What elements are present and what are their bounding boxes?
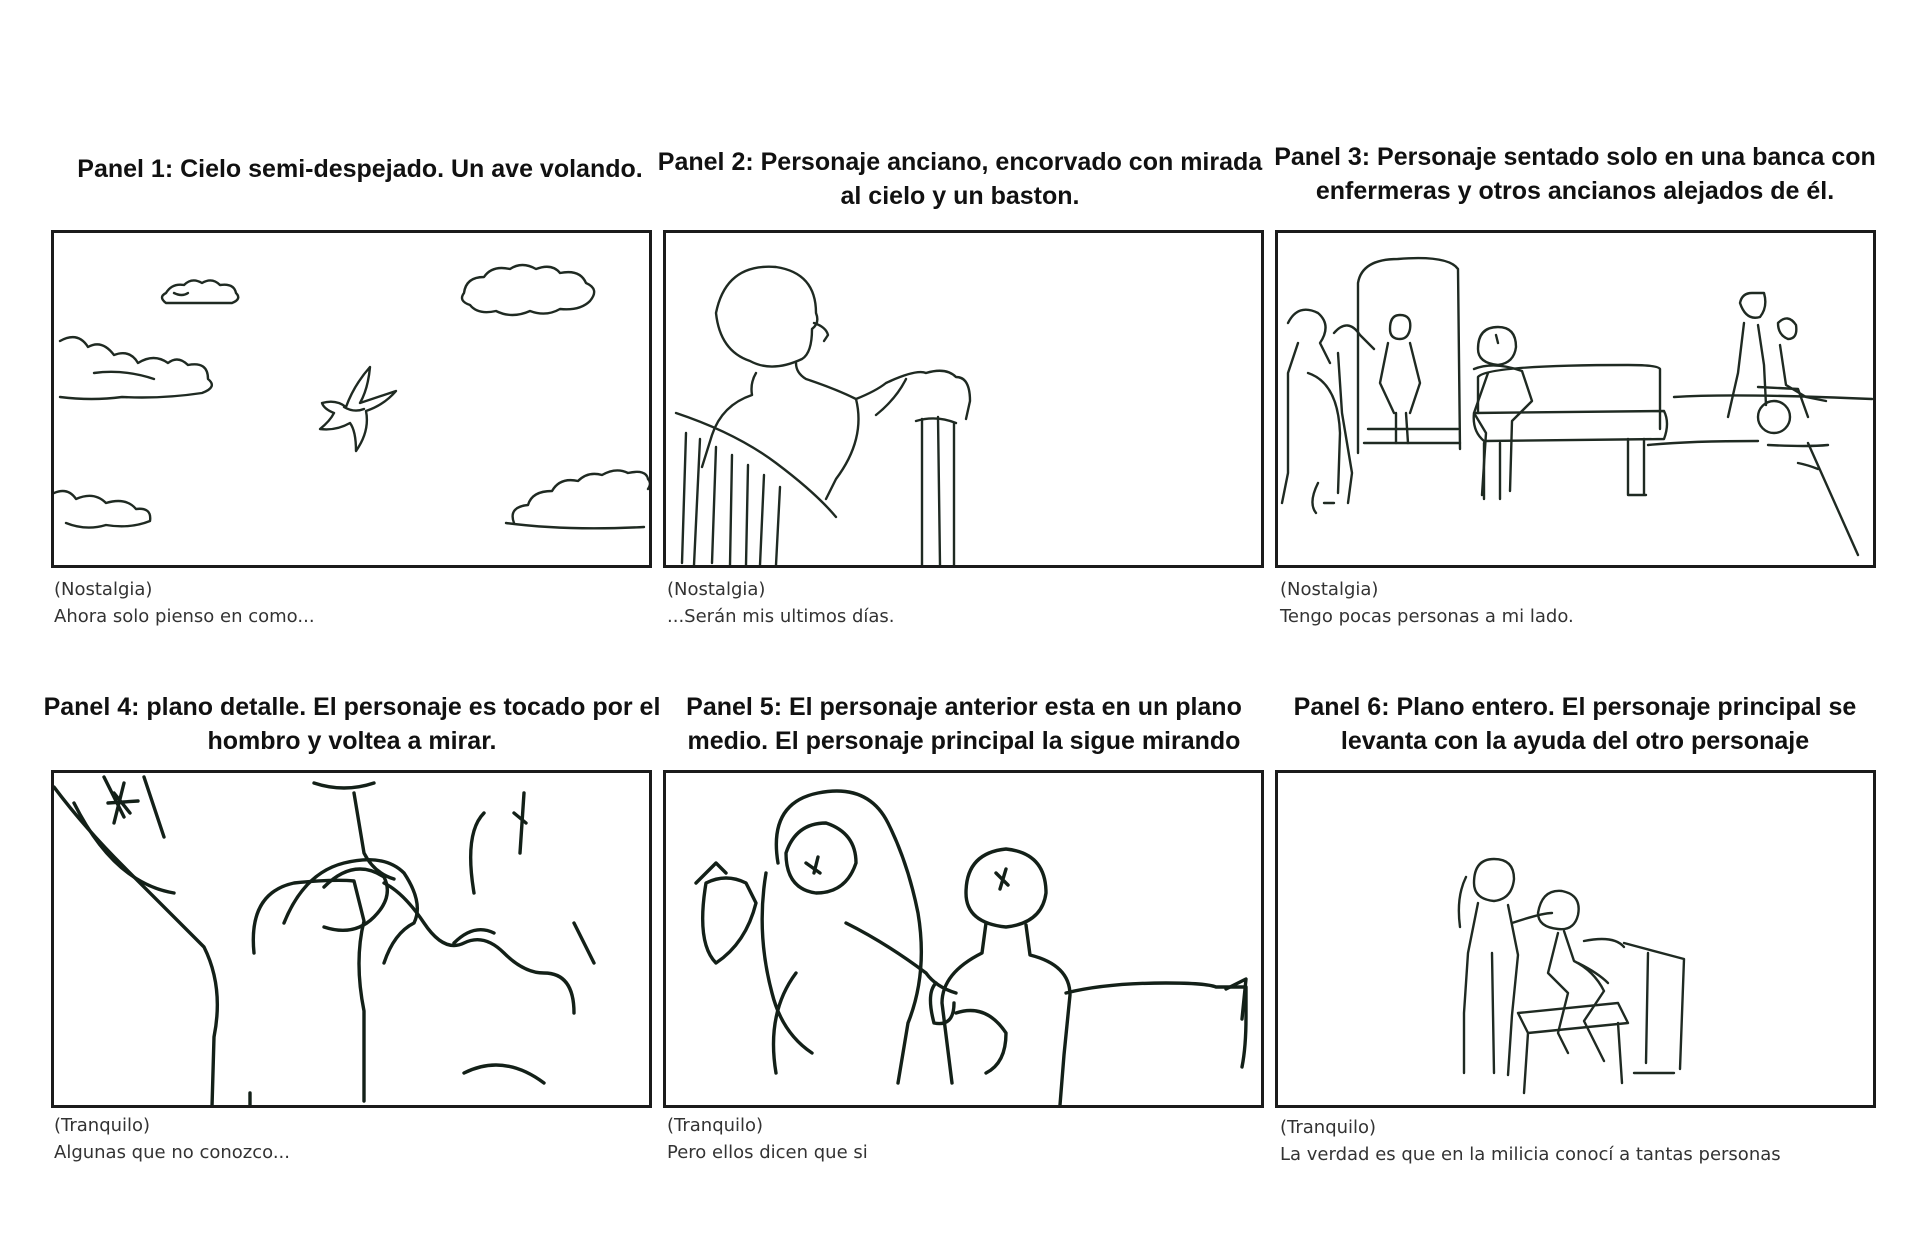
panel-dialogue: Pero ellos dicen que si (667, 1142, 868, 1163)
panel-frame (663, 770, 1264, 1108)
panel-mood: (Tranquilo) (1280, 1117, 1377, 1138)
shoulder-touch-detail-sketch (54, 775, 596, 1105)
helped-to-stand-sketch (1457, 857, 1686, 1095)
panel-dialogue: ...Serán mis ultimos días. (667, 606, 895, 627)
panel-title: Panel 1: Cielo semi-despejado. Un ave vo… (50, 152, 670, 186)
panel-title-line: Panel 6: Plano entero. El personaje prin… (1293, 693, 1857, 721)
panel-title-line: Panel 2: Personaje anciano, encorvado co… (657, 148, 1263, 176)
elderly-man-looking-up-sketch (674, 265, 972, 565)
panel-frame (1275, 770, 1876, 1108)
panel-title-line: levanta con la ayuda del otro personaje (1340, 727, 1810, 755)
sky-clouds-bird-sketch (54, 263, 649, 530)
panel-title: Panel 3: Personaje sentado solo en una b… (1265, 140, 1885, 208)
panel-mood: (Nostalgia) (667, 579, 766, 600)
panel-dialogue: Algunas que no conozco... (54, 1142, 290, 1163)
panel-title-line: Panel 3: Personaje sentado solo en una b… (1274, 143, 1876, 171)
panel-frame (663, 230, 1264, 568)
bench-nurses-elders-sketch (1280, 256, 1873, 557)
two-characters-medium-shot-sketch (694, 789, 1248, 1105)
panel-frame (1275, 230, 1876, 568)
panel-mood: (Tranquilo) (54, 1115, 151, 1136)
panel-title-line: enfermeras y otros ancianos alejados de … (1315, 177, 1835, 205)
panel-title-line: Panel 4: plano detalle. El personaje es … (43, 693, 661, 721)
panel-title-line: hombro y voltea a mirar. (207, 727, 497, 755)
panel-title-line: al cielo y un baston. (840, 182, 1080, 210)
panel-mood: (Nostalgia) (54, 579, 153, 600)
panel-title: Panel 4: plano detalle. El personaje es … (42, 690, 662, 758)
panel-frame (51, 770, 652, 1108)
panel-frame (51, 230, 652, 568)
panel-title: Panel 5: El personaje anterior esta en u… (654, 690, 1274, 758)
panel-dialogue: La verdad es que en la milicia conocí a … (1280, 1144, 1781, 1165)
panel-title-line: medio. El personaje principal la sigue m… (687, 727, 1241, 755)
panel-mood: (Tranquilo) (667, 1115, 764, 1136)
panel-mood: (Nostalgia) (1280, 579, 1379, 600)
panel-title: Panel 6: Plano entero. El personaje prin… (1265, 690, 1885, 758)
panel-title: Panel 2: Personaje anciano, encorvado co… (650, 145, 1270, 213)
panel-title-line: Panel 5: El personaje anterior esta en u… (686, 693, 1242, 721)
panel-title-line: Panel 1: Cielo semi-despejado. Un ave vo… (77, 155, 643, 183)
panel-dialogue: Ahora solo pienso en como... (54, 606, 315, 627)
panel-dialogue: Tengo pocas personas a mi lado. (1280, 606, 1574, 627)
